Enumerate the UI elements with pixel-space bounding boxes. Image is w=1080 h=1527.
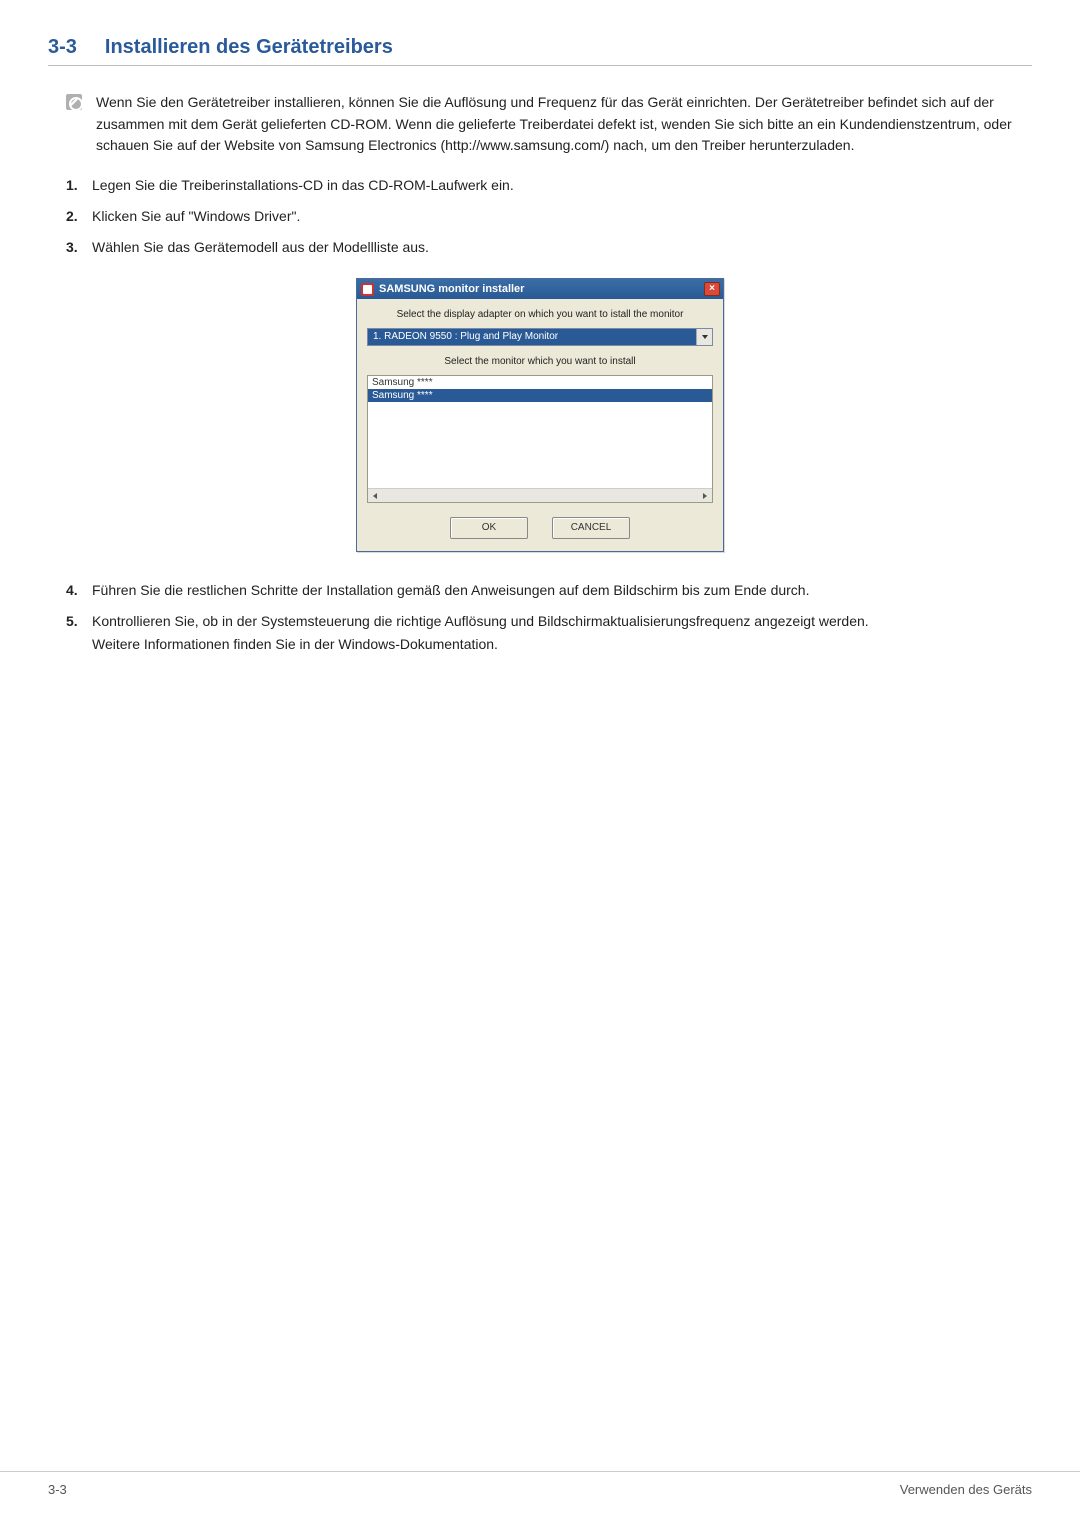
section-number: 3-3 xyxy=(48,36,77,59)
chevron-down-icon xyxy=(702,335,708,339)
adapter-combobox[interactable]: 1. RADEON 9550 : Plug and Play Monitor xyxy=(367,328,713,346)
step-text: Legen Sie die Treiberinstallations-CD in… xyxy=(92,177,514,193)
step-1: Legen Sie die Treiberinstallations-CD in… xyxy=(66,175,1032,196)
info-icon xyxy=(66,94,82,110)
info-note: Wenn Sie den Gerätetreiber installieren,… xyxy=(66,92,1032,157)
step-text: Wählen Sie das Gerätemodell aus der Mode… xyxy=(92,239,429,255)
combo-dropdown-button[interactable] xyxy=(696,329,712,345)
section-title: Installieren des Gerätetreibers xyxy=(105,36,393,59)
scroll-left-button[interactable] xyxy=(368,489,382,502)
close-button[interactable]: × xyxy=(704,282,720,296)
adapter-value: 1. RADEON 9550 : Plug and Play Monitor xyxy=(368,329,696,345)
step-4: Führen Sie die restlichen Schritte der I… xyxy=(66,580,1032,601)
step-3: Wählen Sie das Gerätemodell aus der Mode… xyxy=(66,237,1032,258)
step-2: Klicken Sie auf "Windows Driver". xyxy=(66,206,1032,227)
monitor-label: Select the monitor which you want to ins… xyxy=(367,356,713,367)
app-icon xyxy=(361,283,374,296)
dialog-title: SAMSUNG monitor installer xyxy=(379,283,524,295)
page-footer: 3-3 Verwenden des Geräts xyxy=(0,1471,1080,1497)
step-text: Klicken Sie auf "Windows Driver". xyxy=(92,208,300,224)
info-text: Wenn Sie den Gerätetreiber installieren,… xyxy=(96,92,1032,157)
titlebar: SAMSUNG monitor installer × xyxy=(357,279,723,299)
adapter-label: Select the display adapter on which you … xyxy=(367,309,713,320)
step-5: Kontrollieren Sie, ob in der Systemsteue… xyxy=(66,611,1032,655)
step-text: Kontrollieren Sie, ob in der Systemsteue… xyxy=(92,613,869,629)
installer-dialog: SAMSUNG monitor installer × Select the d… xyxy=(356,278,724,552)
scroll-right-button[interactable] xyxy=(698,489,712,502)
arrow-right-icon xyxy=(703,493,707,499)
footer-section-name: Verwenden des Geräts xyxy=(900,1482,1032,1497)
list-item[interactable]: Samsung **** xyxy=(368,389,712,402)
footer-page-number: 3-3 xyxy=(48,1482,67,1497)
horizontal-scrollbar[interactable] xyxy=(368,488,712,502)
step-text: Führen Sie die restlichen Schritte der I… xyxy=(92,582,810,598)
monitor-listbox[interactable]: Samsung **** Samsung **** xyxy=(367,375,713,503)
step-subtext: Weitere Informationen finden Sie in der … xyxy=(92,634,1032,655)
section-header: 3-3 Installieren des Gerätetreibers xyxy=(48,36,1032,66)
list-item[interactable]: Samsung **** xyxy=(368,376,712,389)
arrow-left-icon xyxy=(373,493,377,499)
cancel-button[interactable]: CANCEL xyxy=(552,517,630,539)
ok-button[interactable]: OK xyxy=(450,517,528,539)
